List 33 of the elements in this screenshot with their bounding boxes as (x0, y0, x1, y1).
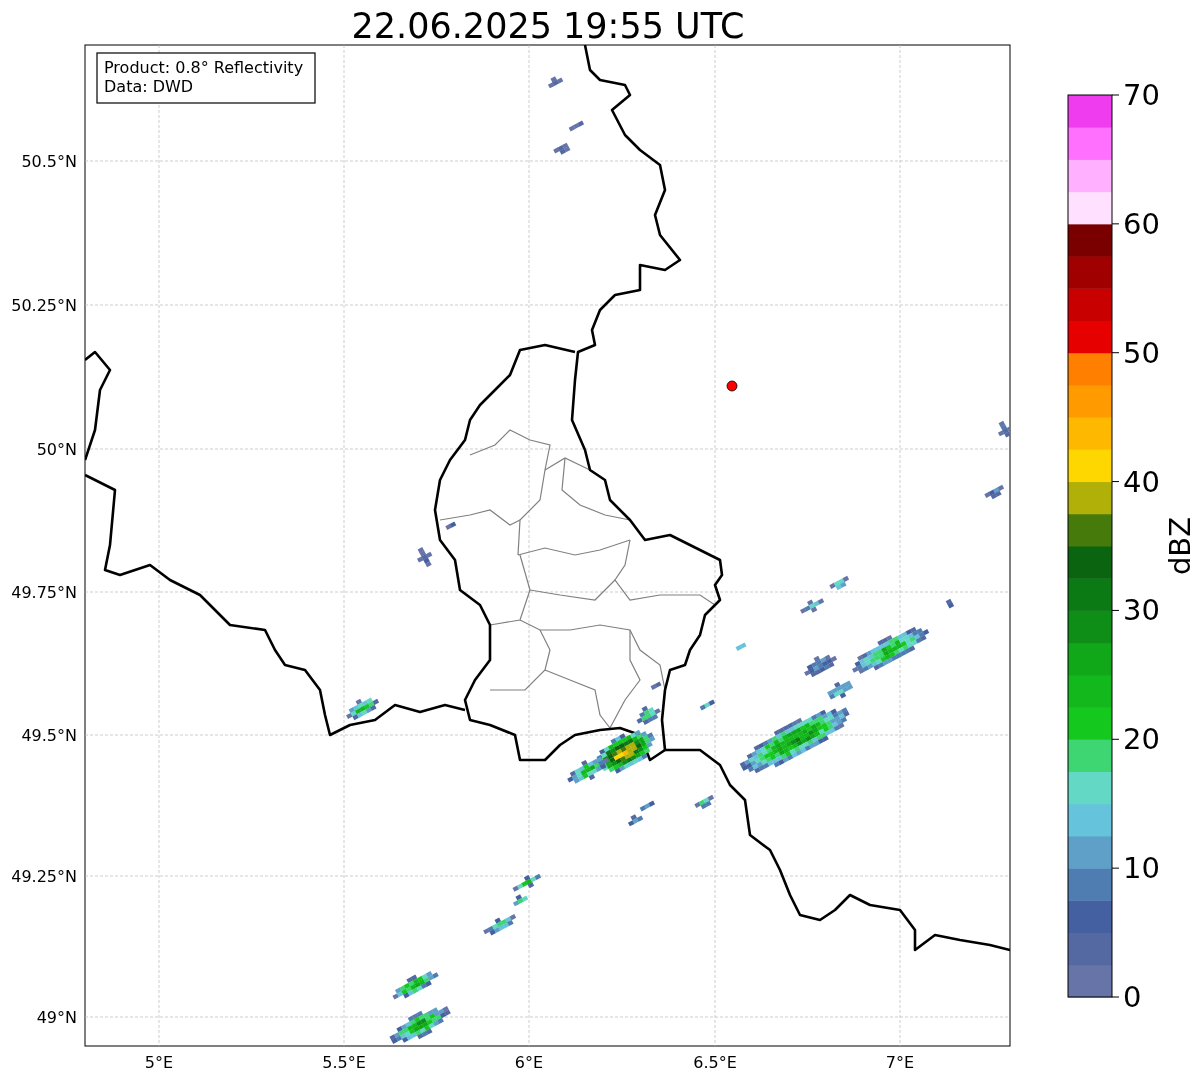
tick-mark (1111, 996, 1120, 998)
axis-label: 7°E (885, 1053, 915, 1072)
tick-mark (1111, 94, 1120, 96)
axis-label: 5.5°E (322, 1053, 366, 1072)
tick-mark (1111, 223, 1120, 225)
tick-mark (1111, 481, 1120, 483)
tick-label: 10 (1123, 851, 1160, 886)
axis-label: 49.5°N (21, 726, 77, 745)
tick-label: 60 (1123, 206, 1160, 241)
axis-label: 49°N (36, 1008, 77, 1027)
tick-label: 50 (1123, 335, 1160, 370)
axis-label: 5°E (144, 1053, 174, 1072)
tick-mark (1111, 609, 1120, 611)
info-text: Product: 0.8° Reflectivity (104, 58, 304, 77)
axis-label: 50.5°N (21, 152, 77, 171)
tick-mark (1111, 867, 1120, 869)
tick-label: 70 (1123, 78, 1160, 112)
tick-label: 0 (1123, 980, 1142, 1014)
radar-site-marker (726, 380, 738, 392)
axis-label: 50°N (36, 440, 77, 459)
axis-label: 6.5°E (693, 1053, 737, 1072)
tick-label: 40 (1123, 464, 1160, 499)
tick-mark (1111, 352, 1120, 354)
tick-label: 20 (1123, 722, 1160, 757)
axis-label: 50.25°N (11, 296, 77, 315)
axis-label: 49.75°N (11, 583, 77, 602)
figure-title: 22.06.2025 19:55 UTC (351, 6, 745, 46)
tick-mark (1111, 738, 1120, 740)
axis-label: 49.25°N (11, 867, 77, 886)
info-text: Data: DWD (104, 77, 194, 96)
tick-label: 30 (1123, 593, 1160, 628)
axis-label: 6°E (514, 1053, 544, 1072)
colorbar-label: dBZ (1163, 516, 1197, 576)
